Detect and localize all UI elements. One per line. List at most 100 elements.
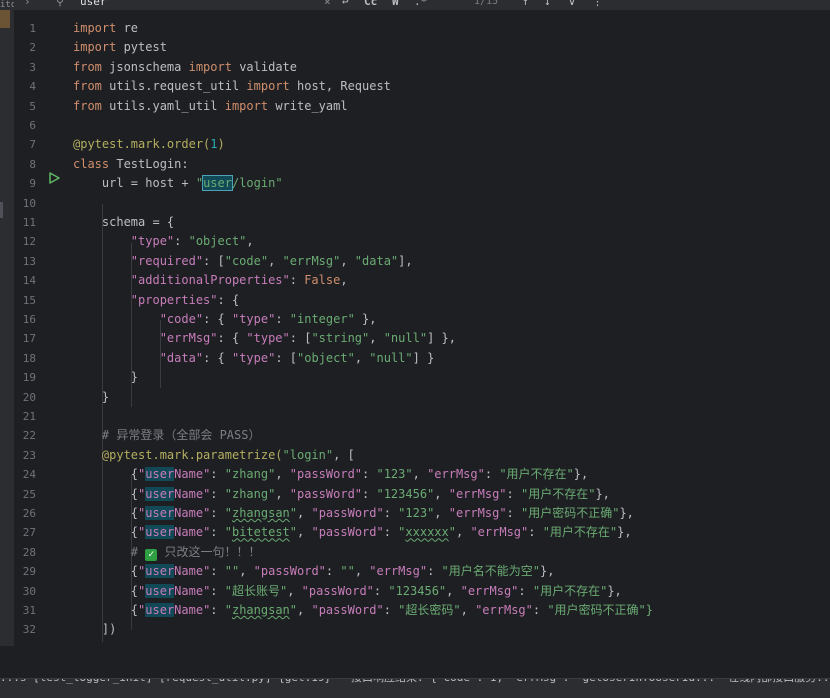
expand-replace-icon[interactable]: › <box>24 0 31 9</box>
code-token: ]) <box>73 622 117 637</box>
code-token: "用户密码不正确"} <box>547 603 654 617</box>
code-token: utils.request_util <box>101 79 247 94</box>
code-line[interactable]: } <box>73 368 138 387</box>
code-token: "zhang" <box>224 467 276 482</box>
code-token: user <box>145 583 175 598</box>
code-token: "string" <box>311 331 370 346</box>
code-token: : <box>532 603 548 617</box>
code-token: : <box>325 564 341 579</box>
code-token: }, <box>573 467 589 482</box>
code-line[interactable]: from utils.yaml_util import write_yaml <box>73 97 348 116</box>
code-line[interactable]: "errMsg": { "type": ["string", "null"] }… <box>73 329 456 348</box>
code-line[interactable]: class TestLogin: <box>73 155 189 174</box>
code-token: , [ <box>333 447 355 462</box>
code-token: zhangsan <box>231 506 290 520</box>
code-token: { <box>73 603 139 617</box>
code-token: "用户不存在" <box>542 525 618 540</box>
code-line[interactable]: } <box>73 388 109 407</box>
run-icon[interactable] <box>40 167 60 184</box>
clear-search-icon[interactable]: × <box>324 0 331 9</box>
code-token: }, <box>619 506 634 520</box>
code-token: bitetest <box>231 525 290 540</box>
line-number: 30 <box>22 584 36 598</box>
code-token: , <box>246 234 254 249</box>
code-line[interactable]: "required": ["code", "errMsg", "data"], <box>73 252 413 271</box>
check-mark-icon: ✓ <box>145 548 158 561</box>
line-number: 2 <box>29 41 36 55</box>
code-token: "errMsg" <box>427 467 485 482</box>
line-number: 3 <box>29 60 36 74</box>
code-token: , <box>297 525 312 540</box>
code-token: /login" <box>231 176 283 191</box>
code-token: }, <box>617 525 632 540</box>
code-token: , <box>340 273 348 288</box>
search-input[interactable] <box>80 0 200 9</box>
code-line[interactable]: "code": { "type": "integer" }, <box>73 310 377 329</box>
code-token: ], <box>398 253 413 268</box>
code-token: { <box>73 525 139 540</box>
more-options-icon[interactable]: ⋮ <box>592 0 603 9</box>
code-line[interactable]: # ✓ 只改这一句！！！ <box>73 543 260 562</box>
code-token: "123456" <box>376 486 435 501</box>
search-icon[interactable]: ⚲ <box>56 0 64 9</box>
code-token: "超长账号" <box>224 583 288 598</box>
filter-icon[interactable]: ⊽ <box>568 0 576 9</box>
code-token: { <box>73 583 139 598</box>
code-token: # <box>73 544 146 559</box>
code-token: ] } <box>412 350 435 365</box>
code-line[interactable]: {"userName": "zhangsan", "passWord": "超长… <box>73 601 653 620</box>
code-line[interactable]: "properties": { <box>73 291 239 310</box>
code-token: Name" <box>174 603 211 617</box>
code-line[interactable]: ]) <box>73 620 116 639</box>
code-token: : <box>210 525 225 540</box>
code-line[interactable]: import pytest <box>73 38 167 57</box>
code-line[interactable]: {"userName": "zhangsan", "passWord": "12… <box>73 504 634 523</box>
code-token: xxxxxx <box>405 525 449 540</box>
left-tab-fragment[interactable]: ito <box>0 0 14 10</box>
line-number: 28 <box>22 545 36 559</box>
code-line[interactable]: {"userName": "zhang", "passWord": "12345… <box>73 485 610 504</box>
code-line[interactable]: from utils.request_util import host, Req… <box>73 77 391 96</box>
code-token: , <box>354 350 370 365</box>
line-number: 25 <box>22 487 36 501</box>
whole-word-toggle[interactable]: W <box>392 0 399 9</box>
match-case-toggle[interactable]: Cc <box>364 0 377 9</box>
code-line[interactable]: from jsonschema import validate <box>73 58 297 77</box>
line-number-gutter[interactable]: 1 2 3 4 5 6 7 8 9 10 11 12 13 14 15 16 17 18 19 20 21 22 23 24 2… <box>14 10 64 646</box>
newline-icon[interactable]: ↩ <box>342 0 349 9</box>
code-token: , <box>446 583 461 598</box>
line-number: 18 <box>22 351 36 365</box>
code-line[interactable]: url = host + "user/login" <box>73 174 283 193</box>
code-line[interactable]: # 异常登录（全部会 PASS） <box>73 426 261 445</box>
code-line[interactable]: "additionalProperties": False, <box>73 271 348 290</box>
code-line[interactable]: import re <box>73 19 138 38</box>
code-line[interactable]: {"userName": "bitetest", "passWord": "xx… <box>73 523 632 542</box>
code-editor[interactable]: import re import pytest from jsonschema im… <box>64 10 830 646</box>
code-line[interactable]: @pytest.mark.order(1) <box>73 135 225 154</box>
regex-toggle[interactable]: .* <box>414 0 427 9</box>
code-token: "type" <box>231 350 276 365</box>
code-line[interactable]: @pytest.mark.parametrize("login", [ <box>73 446 355 465</box>
code-token: : [ <box>289 331 312 346</box>
code-token: "data" <box>159 350 204 365</box>
previous-match-icon[interactable]: ↑ <box>522 0 529 9</box>
code-line[interactable]: "type": "object", <box>73 232 254 251</box>
code-token: "用户不存在" <box>499 467 574 482</box>
code-token: : <box>210 603 225 617</box>
line-number: 22 <box>22 429 36 443</box>
code-line[interactable]: {"userName": "zhang", "passWord": "123",… <box>73 465 588 484</box>
code-token: "zhang" <box>224 486 276 501</box>
code-token: # 异常登录（全部会 PASS） <box>73 428 261 443</box>
code-line[interactable]: schema = { <box>73 213 174 232</box>
code-line[interactable]: {"userName": "", "passWord": "", "errMsg… <box>73 562 554 581</box>
next-match-icon[interactable]: ↓ <box>544 0 551 9</box>
code-token: user <box>145 564 175 579</box>
line-number: 6 <box>29 119 36 132</box>
code-line[interactable]: "data": { "type": ["object", "null"] } <box>73 349 435 368</box>
line-number: 29 <box>22 565 36 579</box>
code-line[interactable]: {"userName": "超长账号", "passWord": "123456… <box>73 582 622 601</box>
code-token: : { <box>203 350 232 365</box>
